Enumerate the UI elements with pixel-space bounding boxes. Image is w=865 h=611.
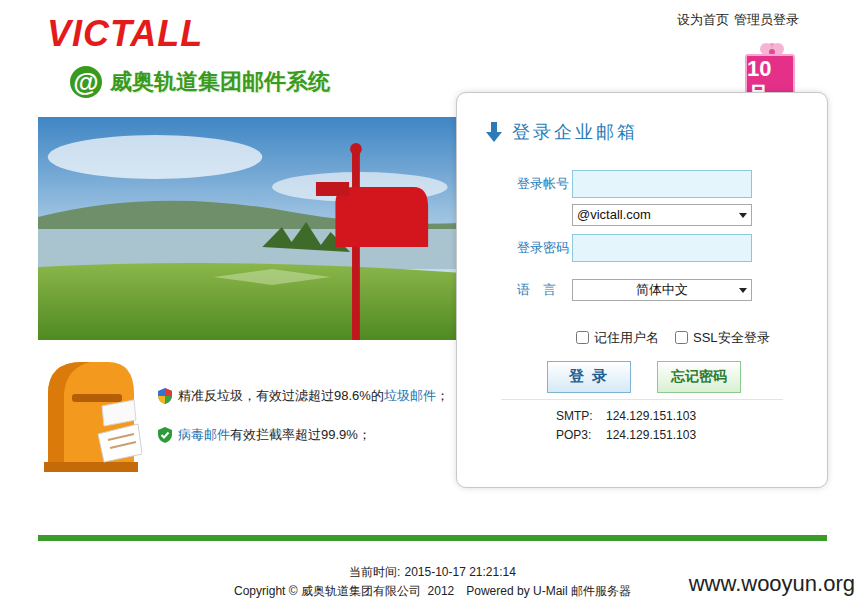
mailbox-icon bbox=[38, 354, 142, 476]
domain-row: @victall.com bbox=[572, 204, 827, 226]
feature-list: 精准反垃圾，有效过滤超过98.6%的垃圾邮件； 病毒邮件有效拦截率超过99.9%； bbox=[158, 386, 449, 535]
language-value: 简体中文 bbox=[636, 280, 688, 300]
feature-link[interactable]: 病毒邮件 bbox=[178, 427, 230, 442]
system-name: 威奥轨道集团邮件系统 bbox=[110, 67, 330, 97]
language-select[interactable]: 简体中文 bbox=[572, 279, 752, 301]
powered-by: Powered by U-Mail 邮件服务器 bbox=[466, 582, 631, 601]
login-form: 登录帐号 @victall.com 登录密码 语 言 简体中文 bbox=[457, 170, 827, 393]
login-title-text: 登录企业邮箱 bbox=[512, 120, 638, 144]
at-logo: @ bbox=[70, 66, 102, 98]
remember-label: 记住用户名 bbox=[594, 328, 659, 348]
login-panel: 登录企业邮箱 登录帐号 @victall.com 登录密码 语 言 简体中文 bbox=[456, 92, 828, 488]
feature-plain-text: ； bbox=[436, 388, 449, 403]
time-label: 当前时间: bbox=[349, 563, 400, 582]
dropdown-icon bbox=[739, 213, 747, 218]
top-links: 设为首页 管理员登录 bbox=[677, 11, 799, 28]
feature-link[interactable]: 垃圾邮件 bbox=[384, 388, 436, 403]
login-title: 登录企业邮箱 bbox=[457, 93, 827, 144]
ssl-option[interactable]: SSL安全登录 bbox=[675, 328, 770, 348]
system-title: @ 威奥轨道集团邮件系统 bbox=[47, 66, 330, 98]
feature-plain-text: 精准反垃圾，有效过滤超过98.6%的 bbox=[178, 388, 384, 403]
pop3-label: POP3: bbox=[556, 426, 606, 445]
pop3-row: POP3: 124.129.151.103 bbox=[556, 426, 827, 445]
password-label: 登录密码 bbox=[517, 238, 572, 258]
password-input[interactable] bbox=[572, 234, 752, 262]
account-input[interactable] bbox=[572, 170, 752, 198]
watermark: www.wooyun.org bbox=[687, 571, 857, 597]
copyright-text: Copyright © 威奥轨道集团有限公司 2012 bbox=[234, 582, 454, 601]
shield-icon bbox=[158, 388, 172, 404]
admin-login-link[interactable]: 管理员登录 bbox=[734, 11, 799, 28]
logo-area: VICTALL @ 威奥轨道集团邮件系统 bbox=[0, 0, 330, 117]
brand-logo: VICTALL bbox=[47, 14, 330, 54]
button-row: 登 录 忘记密码 bbox=[547, 361, 827, 393]
smtp-value: 124.129.151.103 bbox=[606, 407, 696, 426]
remember-option[interactable]: 记住用户名 bbox=[576, 328, 659, 348]
account-label: 登录帐号 bbox=[517, 174, 572, 194]
page: VICTALL @ 威奥轨道集团邮件系统 设为首页 管理员登录 10月 bbox=[0, 0, 865, 611]
ssl-checkbox[interactable] bbox=[675, 331, 688, 344]
divider-bar bbox=[38, 535, 827, 541]
password-row: 登录密码 bbox=[517, 234, 827, 262]
check-shield-icon bbox=[158, 427, 172, 443]
down-arrow-icon bbox=[486, 122, 502, 142]
domain-value: @victall.com bbox=[577, 205, 651, 225]
feature-item: 病毒邮件有效拦截率超过99.9%； bbox=[158, 425, 449, 444]
language-row: 语 言 简体中文 bbox=[517, 279, 827, 301]
domain-select[interactable]: @victall.com bbox=[572, 204, 752, 226]
feature-item: 精准反垃圾，有效过滤超过98.6%的垃圾邮件； bbox=[158, 386, 449, 405]
login-divider bbox=[501, 399, 783, 400]
server-info: SMTP: 124.129.151.103 POP3: 124.129.151.… bbox=[457, 407, 827, 445]
copyright: Copyright © 威奥轨道集团有限公司 2012 Powered by U… bbox=[234, 582, 631, 601]
options-row: 记住用户名 SSL安全登录 bbox=[576, 328, 827, 348]
language-label: 语 言 bbox=[517, 280, 572, 300]
dropdown-icon bbox=[739, 288, 747, 293]
remember-checkbox[interactable] bbox=[576, 331, 589, 344]
set-homepage-link[interactable]: 设为首页 bbox=[677, 11, 729, 28]
feature-text: 病毒邮件有效拦截率超过99.9%； bbox=[178, 425, 371, 444]
feature-plain-text: 有效拦截率超过99.9%； bbox=[230, 427, 371, 442]
smtp-row: SMTP: 124.129.151.103 bbox=[556, 407, 827, 426]
pop3-value: 124.129.151.103 bbox=[606, 426, 696, 445]
login-button[interactable]: 登 录 bbox=[547, 361, 631, 393]
forgot-password-button[interactable]: 忘记密码 bbox=[657, 361, 741, 393]
time-value: 2015-10-17 21:21:14 bbox=[404, 563, 515, 582]
smtp-label: SMTP: bbox=[556, 407, 606, 426]
current-time: 当前时间: 2015-10-17 21:21:14 bbox=[349, 563, 516, 582]
feature-text: 精准反垃圾，有效过滤超过98.6%的垃圾邮件； bbox=[178, 386, 449, 405]
account-row: 登录帐号 bbox=[517, 170, 827, 198]
ssl-label: SSL安全登录 bbox=[693, 328, 770, 348]
